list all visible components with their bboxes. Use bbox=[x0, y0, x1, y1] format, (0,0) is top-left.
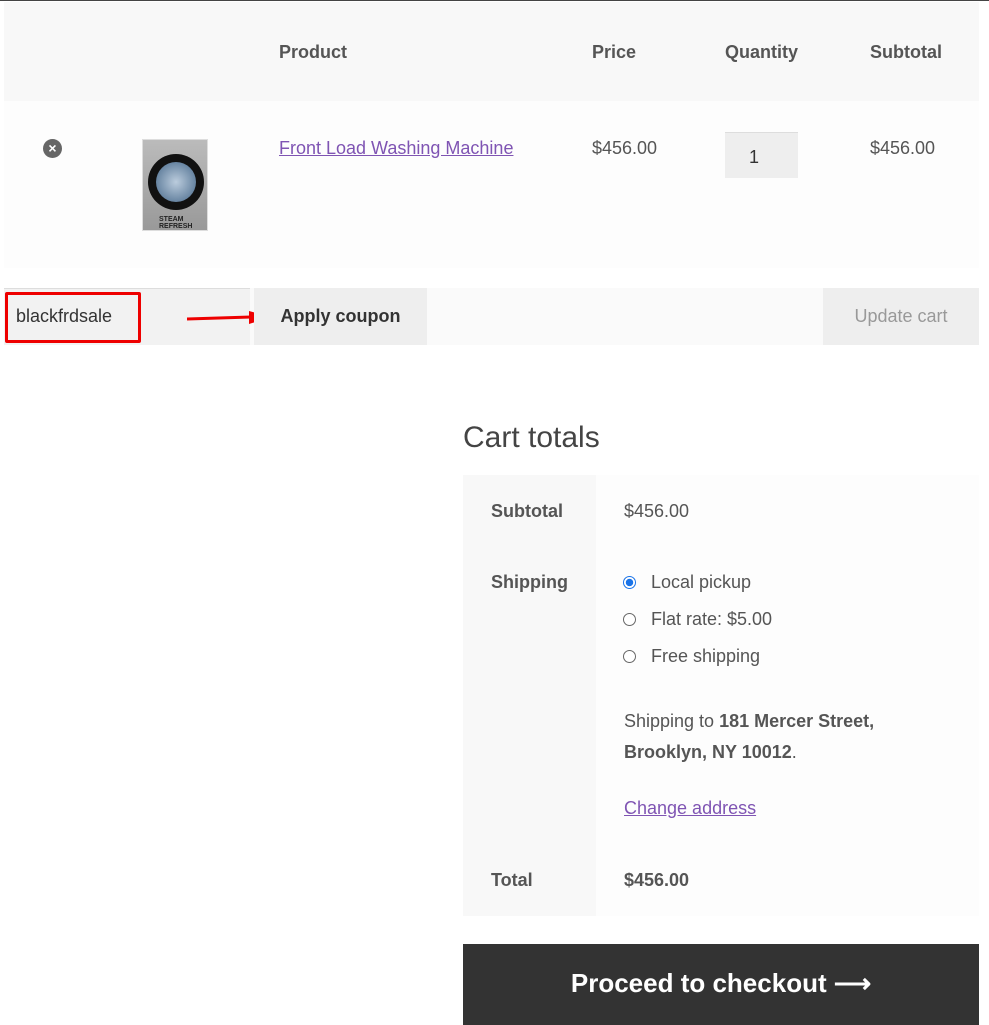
total-value: $456.00 bbox=[624, 870, 690, 890]
total-label: Total bbox=[491, 870, 533, 890]
shipping-label: Shipping bbox=[491, 572, 568, 592]
item-price: $456.00 bbox=[592, 138, 658, 158]
option-free-shipping[interactable]: Free shipping bbox=[651, 646, 760, 667]
radio-free-shipping[interactable] bbox=[623, 650, 636, 663]
header-quantity: Quantity bbox=[725, 42, 799, 62]
update-cart-button[interactable]: Update cart bbox=[823, 288, 979, 345]
header-subtotal: Subtotal bbox=[870, 42, 942, 62]
item-subtotal: $456.00 bbox=[870, 138, 936, 158]
header-price: Price bbox=[592, 42, 637, 62]
apply-coupon-button[interactable]: Apply coupon bbox=[254, 288, 427, 345]
subtotal-label: Subtotal bbox=[491, 501, 563, 521]
change-address-link[interactable]: Change address bbox=[624, 798, 756, 819]
shipping-destination: Shipping to 181 Mercer Street, Brooklyn, … bbox=[624, 711, 875, 762]
remove-item-icon[interactable]: × bbox=[43, 139, 62, 158]
product-thumbnail[interactable]: STEAM REFRESH bbox=[142, 139, 208, 231]
quantity-input[interactable]: 1 bbox=[725, 132, 798, 178]
cart-table-header: Product Price Quantity Subtotal bbox=[4, 2, 979, 101]
option-local-pickup[interactable]: Local pickup bbox=[651, 572, 751, 593]
proceed-to-checkout-button[interactable]: Proceed to checkout ⟶ bbox=[463, 944, 979, 1025]
product-link[interactable]: Front Load Washing Machine bbox=[279, 138, 513, 159]
cart-totals-title: Cart totals bbox=[463, 421, 600, 454]
radio-flat-rate[interactable] bbox=[623, 613, 636, 626]
highlight-box bbox=[5, 292, 141, 343]
subtotal-value: $456.00 bbox=[624, 501, 690, 521]
radio-local-pickup[interactable] bbox=[623, 576, 636, 589]
arrow-right-icon: ⟶ bbox=[833, 968, 872, 998]
header-product: Product bbox=[279, 42, 348, 62]
option-flat-rate[interactable]: Flat rate: $5.00 bbox=[651, 609, 772, 630]
